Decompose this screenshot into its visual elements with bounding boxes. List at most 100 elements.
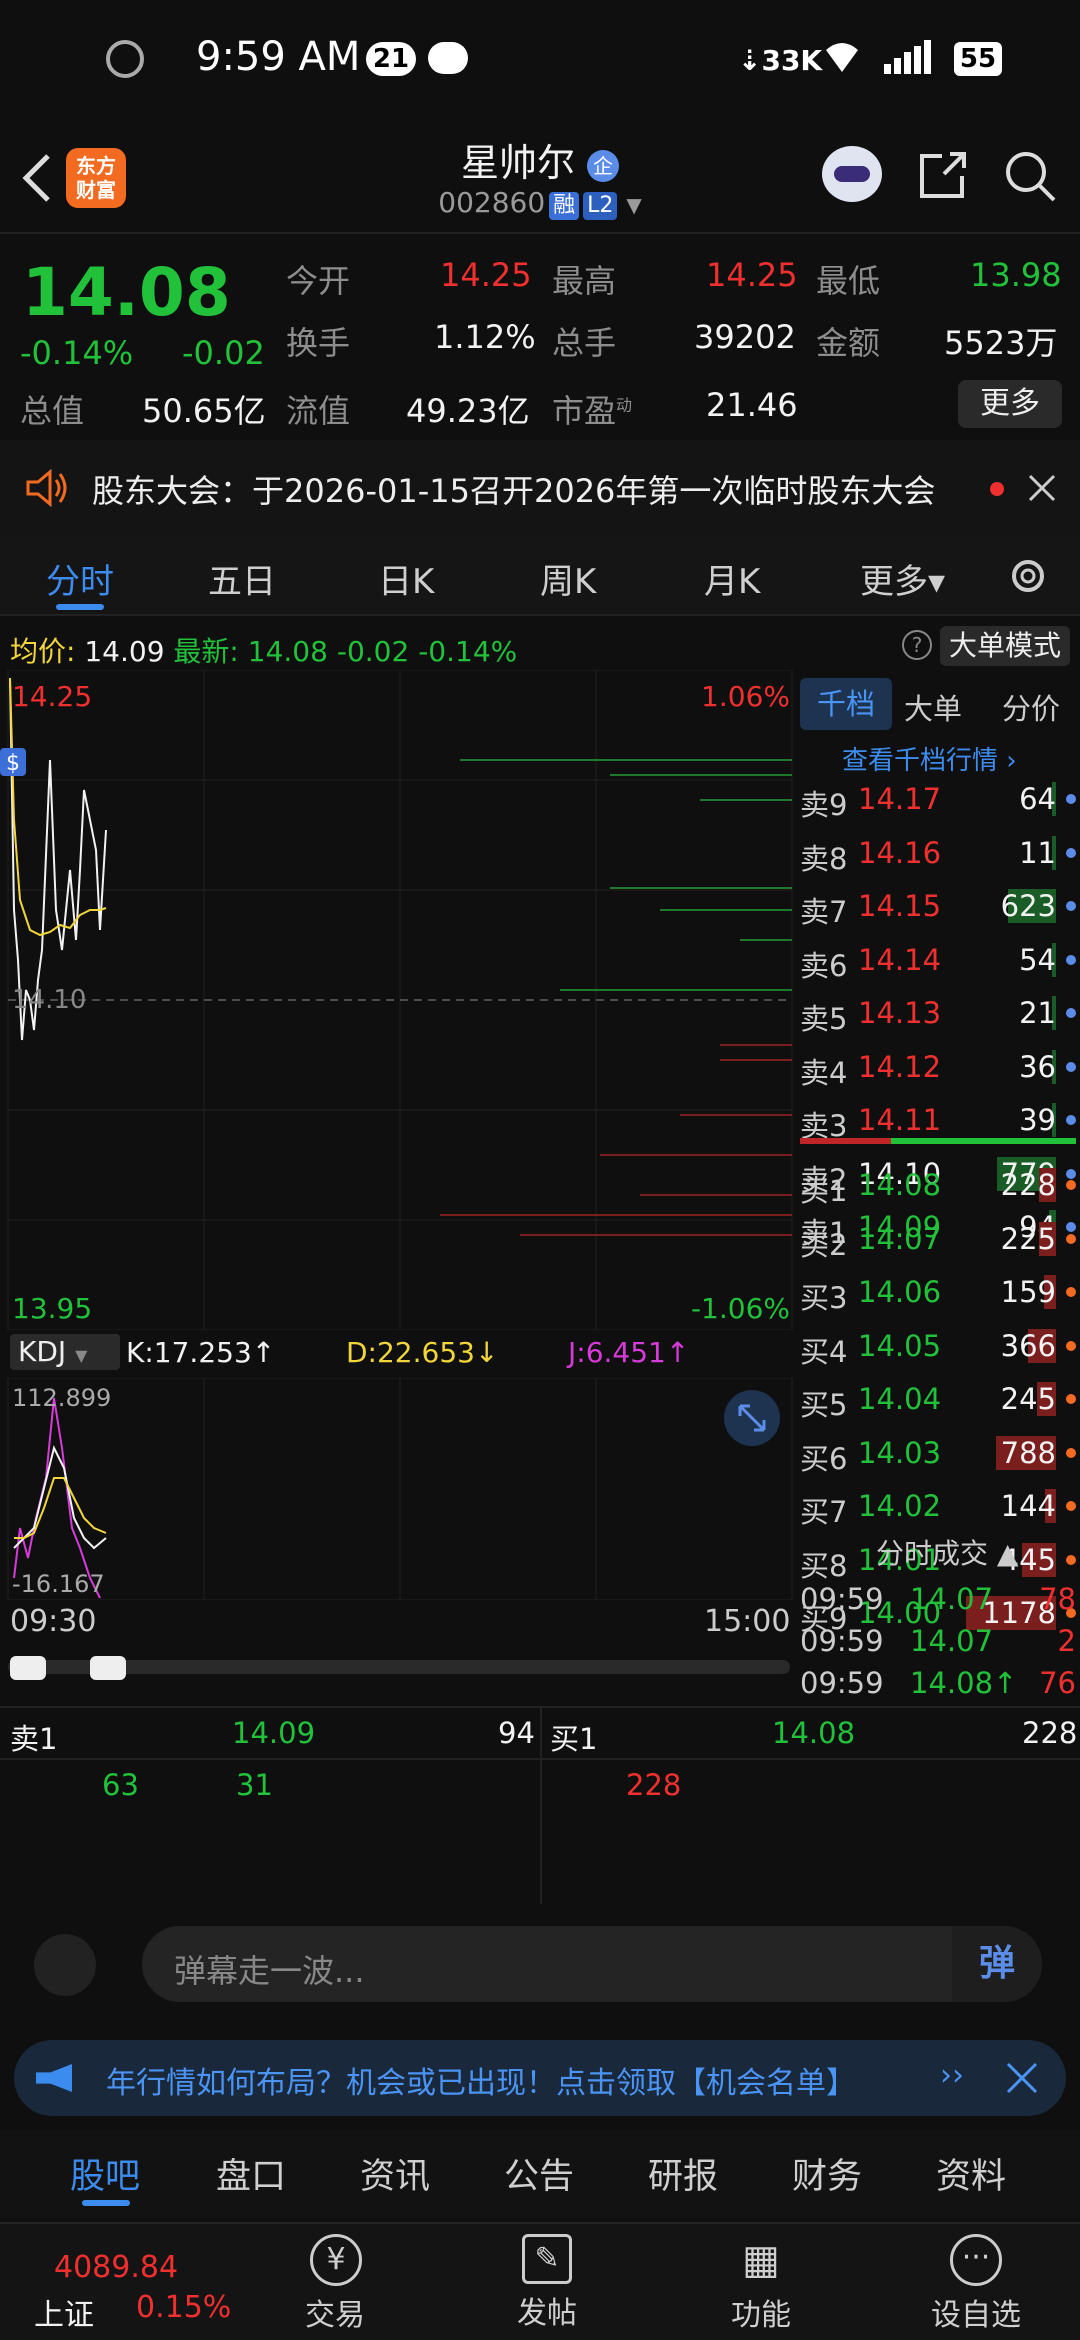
level-price: 14.15 (858, 889, 942, 923)
buy-level-row[interactable]: 买4 14.05 366 (800, 1327, 1078, 1369)
trade-label: 交易 (305, 2298, 365, 2333)
ob-tab-price-dist[interactable]: 分价 (1002, 686, 1060, 728)
ob-tab-big-orders[interactable]: 大单 (904, 686, 962, 728)
pe-label: 市盈动 (552, 392, 633, 430)
buy-level-row[interactable]: 买2 14.07 225 (800, 1220, 1078, 1262)
range-slider-right-handle[interactable] (90, 1656, 126, 1680)
trade-button[interactable]: ¥ 交易 (290, 2234, 380, 2334)
order-book: 千档 大单 分价 查看千档行情 › 卖9 14.17 64 卖8 14.16 11 卖7 14… (796, 672, 1080, 1702)
promo-banner[interactable]: 年行情如何布局？机会或已出现！点击领取【机会名单】 ›› (14, 2040, 1066, 2116)
buy-level-row[interactable]: 买5 14.04 245 (800, 1380, 1078, 1422)
sell-level-row[interactable]: 卖6 14.14 54 (800, 941, 1078, 983)
level-price: 14.06 (858, 1275, 942, 1309)
buy-level-row[interactable]: 买7 14.02 144 (800, 1487, 1078, 1529)
add-watchlist-button[interactable]: ··· 设自选 (916, 2234, 1036, 2334)
post-button[interactable]: ✎ 发帖 (502, 2234, 592, 2334)
tab-monthly-k[interactable]: 月K (704, 554, 760, 603)
trade-row: 09:59 14.07 78 (800, 1580, 1078, 1620)
amount-value: 5523万 (944, 324, 1058, 362)
big-order-mode-button[interactable]: 大单模式 (940, 626, 1070, 666)
float-value: 49.23亿 (406, 392, 530, 430)
svg-text:$: $ (6, 751, 20, 776)
tab-five-day[interactable]: 五日 (208, 554, 276, 603)
trade-time: 09:59 (800, 1666, 884, 1700)
level-volume: 366 (1000, 1328, 1056, 1363)
subtab-research[interactable]: 研报 (648, 2148, 718, 2199)
close-promo-icon[interactable] (1006, 2062, 1038, 2094)
chart-tabs: 分时 五日 日K 周K 月K 更多▾ (0, 536, 1080, 616)
share-icon[interactable] (914, 148, 970, 204)
settings-gear-icon[interactable] (1006, 554, 1050, 598)
tab-intraday[interactable]: 分时 (46, 554, 114, 603)
buy-level-row[interactable]: 买3 14.06 159 (800, 1273, 1078, 1315)
functions-label: 功能 (731, 2298, 791, 2333)
subtab-forum[interactable]: 股吧 (70, 2148, 140, 2199)
subtab-announcements[interactable]: 公告 (504, 2148, 574, 2199)
robot-assistant-icon[interactable] (822, 146, 882, 202)
comment-list-icon[interactable] (34, 1934, 96, 1996)
kdj-chart[interactable]: 112.899 -16.167 (0, 1378, 794, 1600)
intraday-chart[interactable]: 14.25 14.10 13.95 1.06% -1.06% $ (0, 670, 794, 1330)
comment-input[interactable]: 弹幕走一波... 弹 (142, 1926, 1042, 2002)
index-pct: 0.15% (136, 2290, 232, 2325)
order-flag-dot (1066, 1180, 1076, 1190)
search-icon[interactable] (1002, 148, 1058, 204)
sell-level-row[interactable]: 卖3 14.11 39 (800, 1101, 1078, 1143)
time-start: 09:30 (10, 1604, 97, 1639)
tab-weekly-k[interactable]: 周K (540, 554, 596, 603)
sell-level-row[interactable]: 卖7 14.15 623 (800, 887, 1078, 929)
level-price: 14.07 (858, 1221, 942, 1256)
latest-label: 最新: (173, 635, 239, 668)
danmu-send-button[interactable]: 弹 (952, 1926, 1042, 2002)
comment-placeholder: 弹幕走一波... (174, 1952, 365, 1990)
level-price: 14.03 (858, 1435, 942, 1470)
order-flag-dot (1066, 1394, 1076, 1404)
level-price: 14.16 (858, 835, 942, 870)
tab-more[interactable]: 更多▾ (860, 554, 945, 603)
level-volume: 39 (1019, 1103, 1056, 1137)
order-flag-dot (1066, 1008, 1076, 1018)
indicator-select[interactable]: KDJ ▼ (10, 1334, 120, 1370)
sell-level-row[interactable]: 卖8 14.16 11 (800, 834, 1078, 876)
trade-row: 09:59 14.08↑ 76 (800, 1664, 1078, 1704)
sell-level-row[interactable]: 卖5 14.13 21 (800, 994, 1078, 1036)
level-volume: 144 (1000, 1489, 1056, 1523)
level-label: 买3 (800, 1281, 848, 1315)
subtab-profile[interactable]: 资料 (936, 2148, 1006, 2199)
index-widget[interactable]: 4089.84 上证 0.15% (0, 2224, 240, 2340)
buy-level-row[interactable]: 买1 14.08 228 (800, 1166, 1078, 1208)
ob-tab-thousand[interactable]: 千档 (800, 678, 892, 730)
close-icon[interactable] (1028, 474, 1056, 502)
ob-view-link[interactable]: 查看千档行情 › (842, 740, 1017, 777)
add-watchlist-label: 设自选 (931, 2298, 1021, 2333)
level-price: 14.02 (858, 1489, 942, 1523)
buy1-price: 14.08 (772, 1716, 856, 1750)
queue-detail: 卖1 14.09 94 买1 14.08 228 63 31 228 (0, 1706, 1080, 1904)
trade-row: 09:59 14.07 2 (800, 1622, 1078, 1662)
functions-button[interactable]: ▦ 功能 (716, 2234, 806, 2334)
more-button[interactable]: 更多 (958, 380, 1062, 428)
sell-level-row[interactable]: 卖4 14.12 36 (800, 1048, 1078, 1090)
turnover-value: 1.12% (434, 318, 536, 356)
order-flag-dot (1066, 954, 1076, 965)
level-label: 卖6 (800, 948, 848, 983)
order-flag-dot (1066, 1115, 1076, 1125)
tab-daily-k[interactable]: 日K (378, 554, 434, 603)
subtab-level[interactable]: 盘口 (216, 2148, 286, 2199)
sell-level-row[interactable]: 卖9 14.17 64 (800, 780, 1078, 822)
range-slider-left-handle[interactable] (10, 1656, 46, 1680)
latest-value: 14.08 (247, 635, 328, 668)
trades-title[interactable]: 分时成交 ▲ (876, 1532, 1018, 1572)
promo-text: 年行情如何布局？机会或已出现！点击领取【机会名单】 (106, 2066, 856, 2101)
amount-label: 金额 (816, 324, 881, 362)
buy-level-row[interactable]: 买6 14.03 788 (800, 1434, 1078, 1476)
subtab-news[interactable]: 资讯 (360, 2148, 430, 2199)
index-value: 4089.84 (54, 2250, 179, 2285)
high-label: 最高 (552, 262, 617, 300)
notice-banner[interactable]: 股东大会：于2026-01-15召开2026年第一次临时股东大会 (0, 440, 1080, 536)
level-label: 买1 (800, 1174, 848, 1208)
subtab-finance[interactable]: 财务 (792, 2148, 862, 2199)
order-flag-dot (1066, 794, 1076, 804)
avg-label: 均价: (10, 635, 76, 668)
help-icon[interactable]: ? (902, 630, 932, 660)
